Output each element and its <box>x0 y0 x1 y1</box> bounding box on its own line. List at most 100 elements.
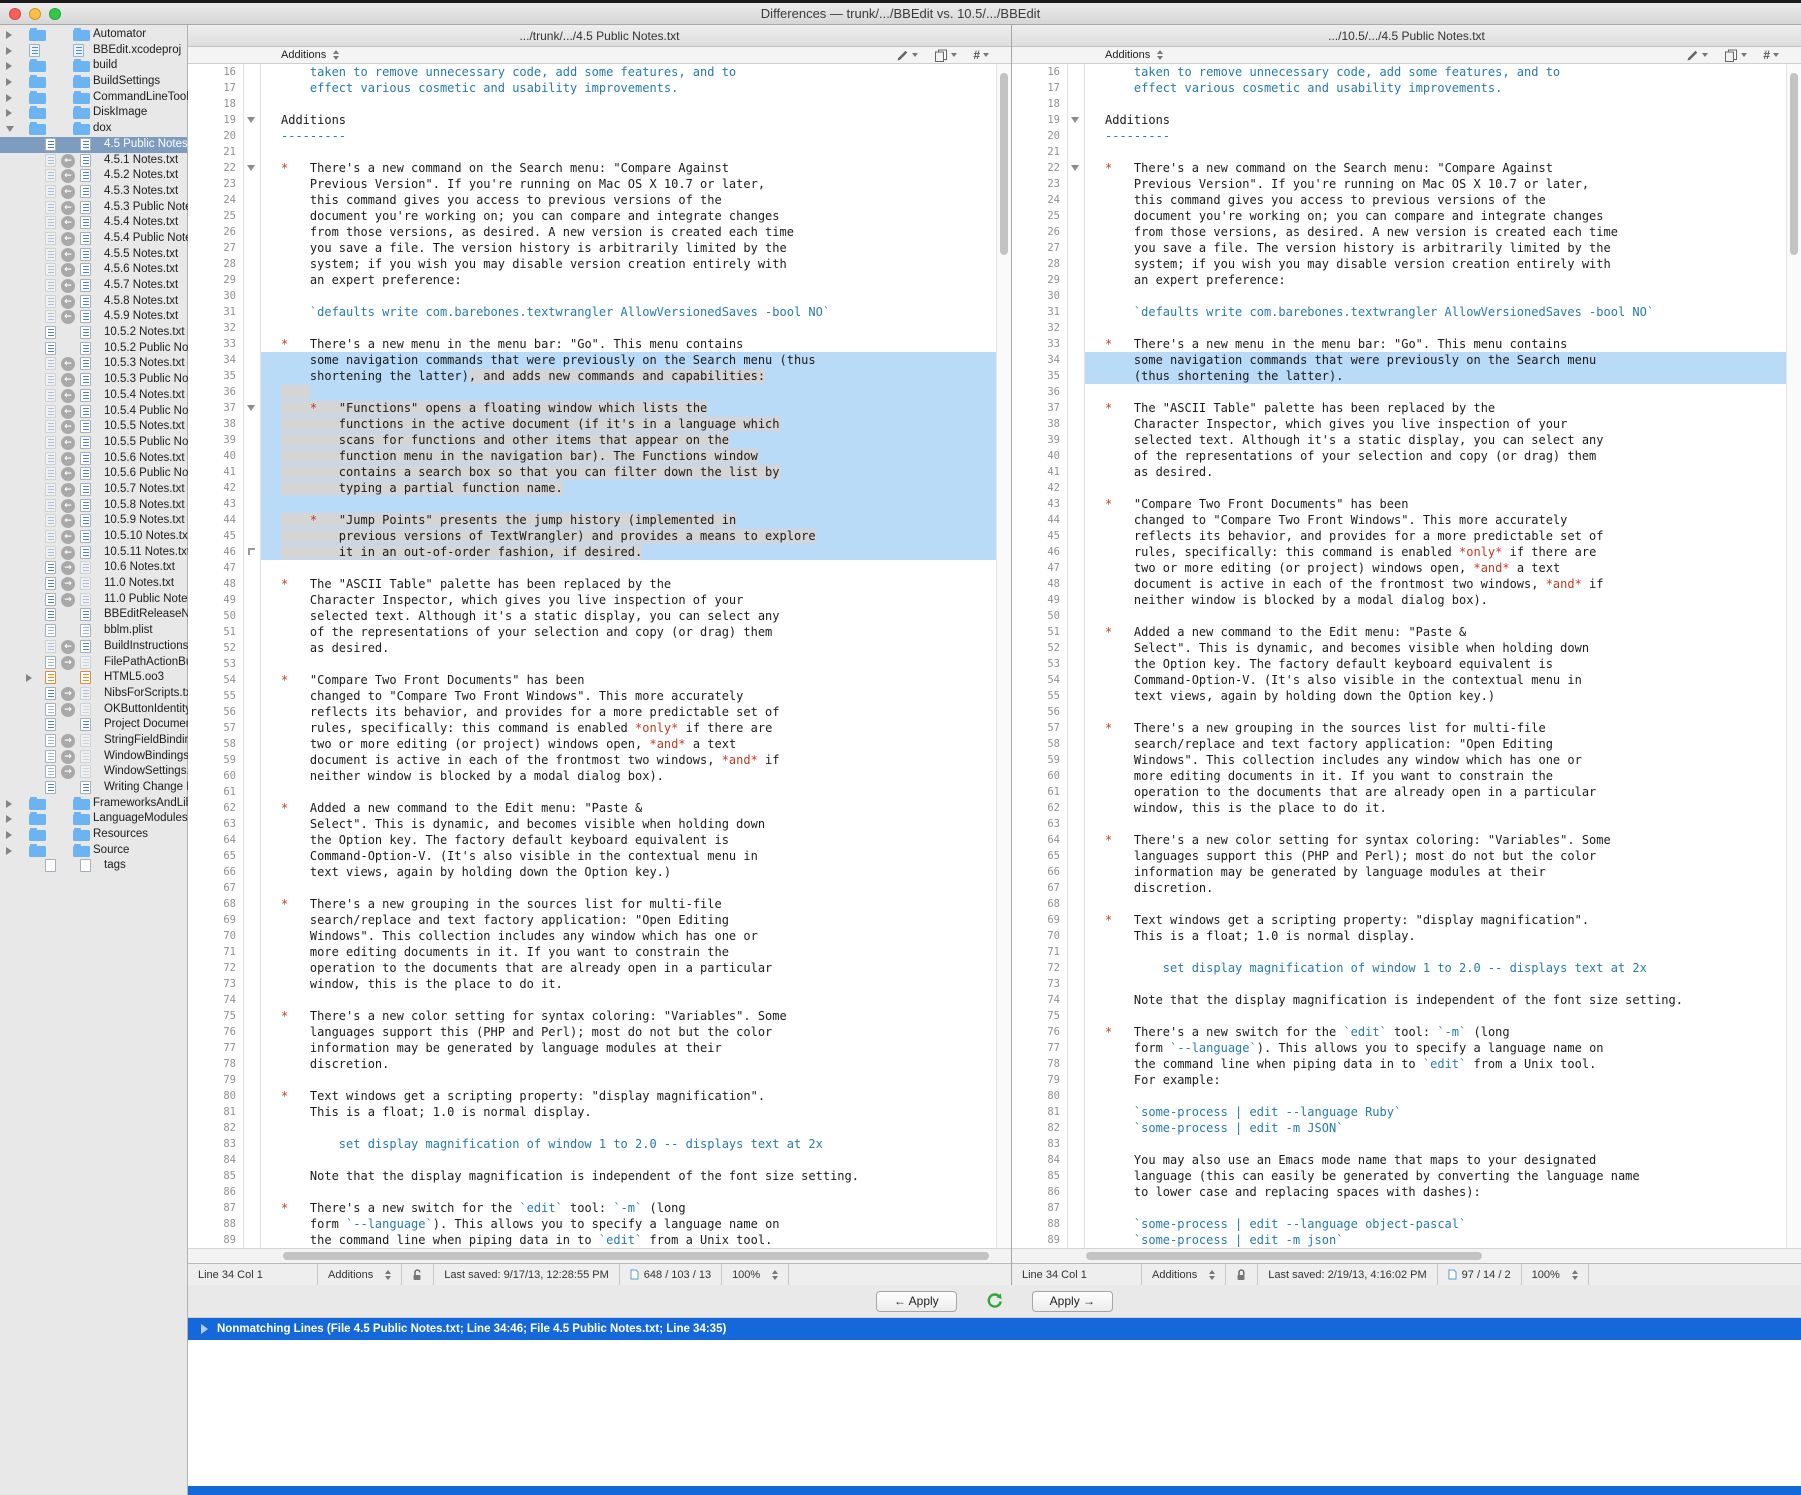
disclosure-triangle-icon[interactable] <box>6 46 12 55</box>
sidebar-item[interactable]: ← 4.5.6 Notes.txt <box>0 262 187 278</box>
right-text-view[interactable]: 16 taken to remove unnecessary code, add… <box>1012 64 1801 1248</box>
sidebar-item[interactable]: BBEditReleaseNo... <box>0 607 206 623</box>
sidebar-item[interactable]: ← 10.5.6 Public Not... <box>0 466 201 482</box>
documents-menu-button[interactable] <box>1724 49 1748 62</box>
left-text-view[interactable]: 16 taken to remove unnecessary code, add… <box>188 64 1011 1248</box>
fold-triangle-icon[interactable] <box>1071 117 1079 123</box>
sidebar-item[interactable]: ← 10.5.8 Notes.txt <box>0 498 187 514</box>
sidebar-item[interactable]: ← 4.5.8 Notes.txt <box>0 294 187 310</box>
sidebar-item[interactable]: ← 4.5.1 Notes.txt <box>0 153 187 169</box>
sidebar-item[interactable]: dox <box>0 121 187 137</box>
disclosure-triangle-icon[interactable] <box>6 799 12 808</box>
pencil-menu-button[interactable] <box>1686 49 1709 62</box>
sidebar-item[interactable]: → WindowSettings... <box>0 764 196 780</box>
zoom-popup[interactable]: 100% <box>1522 1264 1589 1285</box>
sidebar-item[interactable]: ← 10.5.10 Notes.txt <box>0 529 191 545</box>
sidebar-item[interactable]: CommandLineTools <box>0 90 195 106</box>
zoom-window-button[interactable] <box>49 8 61 20</box>
sidebar-item[interactable]: → 11.0 Public Notes... <box>0 592 203 608</box>
sidebar-item[interactable]: ← 10.5.5 Public Not... <box>0 435 201 451</box>
pencil-menu-button[interactable] <box>896 49 919 62</box>
sidebar-item[interactable]: ← 4.5.3 Notes.txt <box>0 184 187 200</box>
sidebar-item[interactable]: → 11.0 Notes.txt <box>0 576 187 592</box>
left-vertical-scrollbar[interactable] <box>996 64 1011 1248</box>
left-horizontal-scrollbar[interactable] <box>188 1248 1011 1263</box>
sidebar-item[interactable]: ← 10.5.11 Notes.txt <box>0 545 190 561</box>
sidebar-item[interactable]: 10.5.2 Notes.txt <box>0 325 187 341</box>
sidebar-item[interactable]: Writing Change N... <box>0 780 204 796</box>
left-mode-popup[interactable]: Additions <box>281 49 326 61</box>
fold-triangle-icon[interactable] <box>247 165 255 171</box>
scrollbar-thumb[interactable] <box>1790 73 1798 255</box>
sidebar-item[interactable]: HTML5.oo3 <box>0 670 187 686</box>
disclosure-triangle-icon[interactable] <box>6 831 12 840</box>
differences-result-row[interactable]: Nonmatching Lines (File 4.5 Public Notes… <box>188 1318 1801 1340</box>
disclosure-triangle-icon[interactable] <box>6 815 12 824</box>
disclosure-triangle-icon[interactable] <box>6 31 12 39</box>
status-mode-popup[interactable]: Additions <box>1142 1264 1227 1285</box>
sidebar-item[interactable]: → WindowBindings... <box>0 749 199 765</box>
line-number-menu-button[interactable]: # <box>973 48 989 62</box>
sidebar-item[interactable]: Source <box>0 843 187 859</box>
fold-triangle-icon[interactable] <box>247 405 255 411</box>
sidebar-item[interactable]: LanguageModules <box>0 811 188 827</box>
sidebar-item[interactable]: Automator <box>0 27 187 43</box>
disclosure-triangle-icon[interactable] <box>6 109 12 118</box>
recompare-button[interactable] <box>985 1292 1004 1311</box>
sidebar-item[interactable]: ← 10.5.4 Public Not... <box>0 404 201 420</box>
right-vertical-scrollbar[interactable] <box>1786 64 1801 1248</box>
disclosure-triangle-icon[interactable] <box>6 93 12 102</box>
apply-left-button[interactable]: ← Apply <box>875 1290 957 1312</box>
sidebar-item[interactable]: → StringFieldBindin... <box>0 733 201 749</box>
sidebar-item[interactable]: ← 10.5.3 Notes.txt <box>0 356 187 372</box>
sidebar-item[interactable]: ← 10.5.4 Notes.txt <box>0 388 187 404</box>
sidebar-item[interactable]: → FilePathActionBut... <box>0 655 205 671</box>
sidebar-item[interactable]: ← 10.5.7 Notes.txt <box>0 482 187 498</box>
line-number-menu-button[interactable]: # <box>1763 48 1779 62</box>
sidebar-item[interactable]: DiskImage <box>0 105 187 121</box>
disclosure-triangle-icon[interactable] <box>6 78 12 87</box>
minimize-window-button[interactable] <box>29 8 41 20</box>
sidebar-item[interactable]: ← BuildInstructions.txt <box>0 639 204 655</box>
sidebar-item[interactable]: ← 10.5.3 Public Not... <box>0 372 201 388</box>
sidebar-item[interactable]: → NibsForScripts.txt <box>0 686 195 702</box>
scrollbar-thumb[interactable] <box>283 1252 989 1260</box>
disclosure-triangle-icon[interactable] <box>26 674 32 683</box>
fold-triangle-icon[interactable] <box>1071 165 1079 171</box>
sidebar-item[interactable]: ← 4.5.2 Notes.txt <box>0 168 187 184</box>
sidebar-item[interactable]: ← 4.5.9 Notes.txt <box>0 309 187 325</box>
disclosure-triangle-icon[interactable] <box>201 1324 208 1334</box>
sidebar-item[interactable]: bblm.plist <box>0 623 187 639</box>
sidebar-item[interactable]: → OKButtonIdentity... <box>0 702 200 718</box>
sidebar-item[interactable]: FrameworksAndLibra... <box>0 796 212 812</box>
sidebar-item[interactable]: ← 4.5.7 Notes.txt <box>0 278 187 294</box>
sidebar-item[interactable]: ← 10.5.5 Notes.txt <box>0 419 187 435</box>
differences-list-area[interactable] <box>188 1340 1801 1486</box>
zoom-popup[interactable]: 100% <box>722 1264 790 1285</box>
fold-triangle-icon[interactable] <box>247 117 255 123</box>
disclosure-triangle-icon[interactable] <box>6 62 12 71</box>
sidebar-item[interactable]: Resources <box>0 827 187 843</box>
sidebar-item[interactable]: Project Documen... <box>0 717 202 733</box>
right-horizontal-scrollbar[interactable] <box>1012 1248 1801 1263</box>
sidebar-item[interactable]: ← 4.5.4 Notes.txt <box>0 215 187 231</box>
disclosure-triangle-icon[interactable] <box>6 846 12 855</box>
sidebar-item[interactable]: BBEdit.xcodeproj <box>0 43 187 59</box>
sidebar-item[interactable]: ← 10.5.9 Notes.txt <box>0 513 187 529</box>
sidebar-item[interactable]: 10.5.2 Public Not... <box>0 341 201 357</box>
sidebar-item[interactable]: ← 4.5.5 Notes.txt <box>0 247 187 263</box>
sidebar-item[interactable]: build <box>0 58 187 74</box>
lock-toggle[interactable] <box>402 1264 435 1285</box>
sidebar-item[interactable]: ← 4.5.4 Public Note... <box>0 231 201 247</box>
sidebar-item[interactable]: tags <box>0 858 187 874</box>
close-window-button[interactable] <box>9 8 21 20</box>
apply-right-button[interactable]: Apply → <box>1031 1290 1114 1312</box>
status-mode-popup[interactable]: Additions <box>318 1264 403 1285</box>
documents-menu-button[interactable] <box>934 49 958 62</box>
sidebar-item[interactable]: BuildSettings <box>0 74 187 90</box>
sidebar-item[interactable]: ← 10.5.6 Notes.txt <box>0 451 187 467</box>
sidebar-item[interactable]: → 10.6 Notes.txt <box>0 560 187 576</box>
right-mode-popup[interactable]: Additions <box>1105 49 1150 61</box>
scrollbar-thumb[interactable] <box>1086 1252 1482 1260</box>
sidebar-item[interactable]: ← 4.5.3 Public Note... <box>0 200 201 216</box>
